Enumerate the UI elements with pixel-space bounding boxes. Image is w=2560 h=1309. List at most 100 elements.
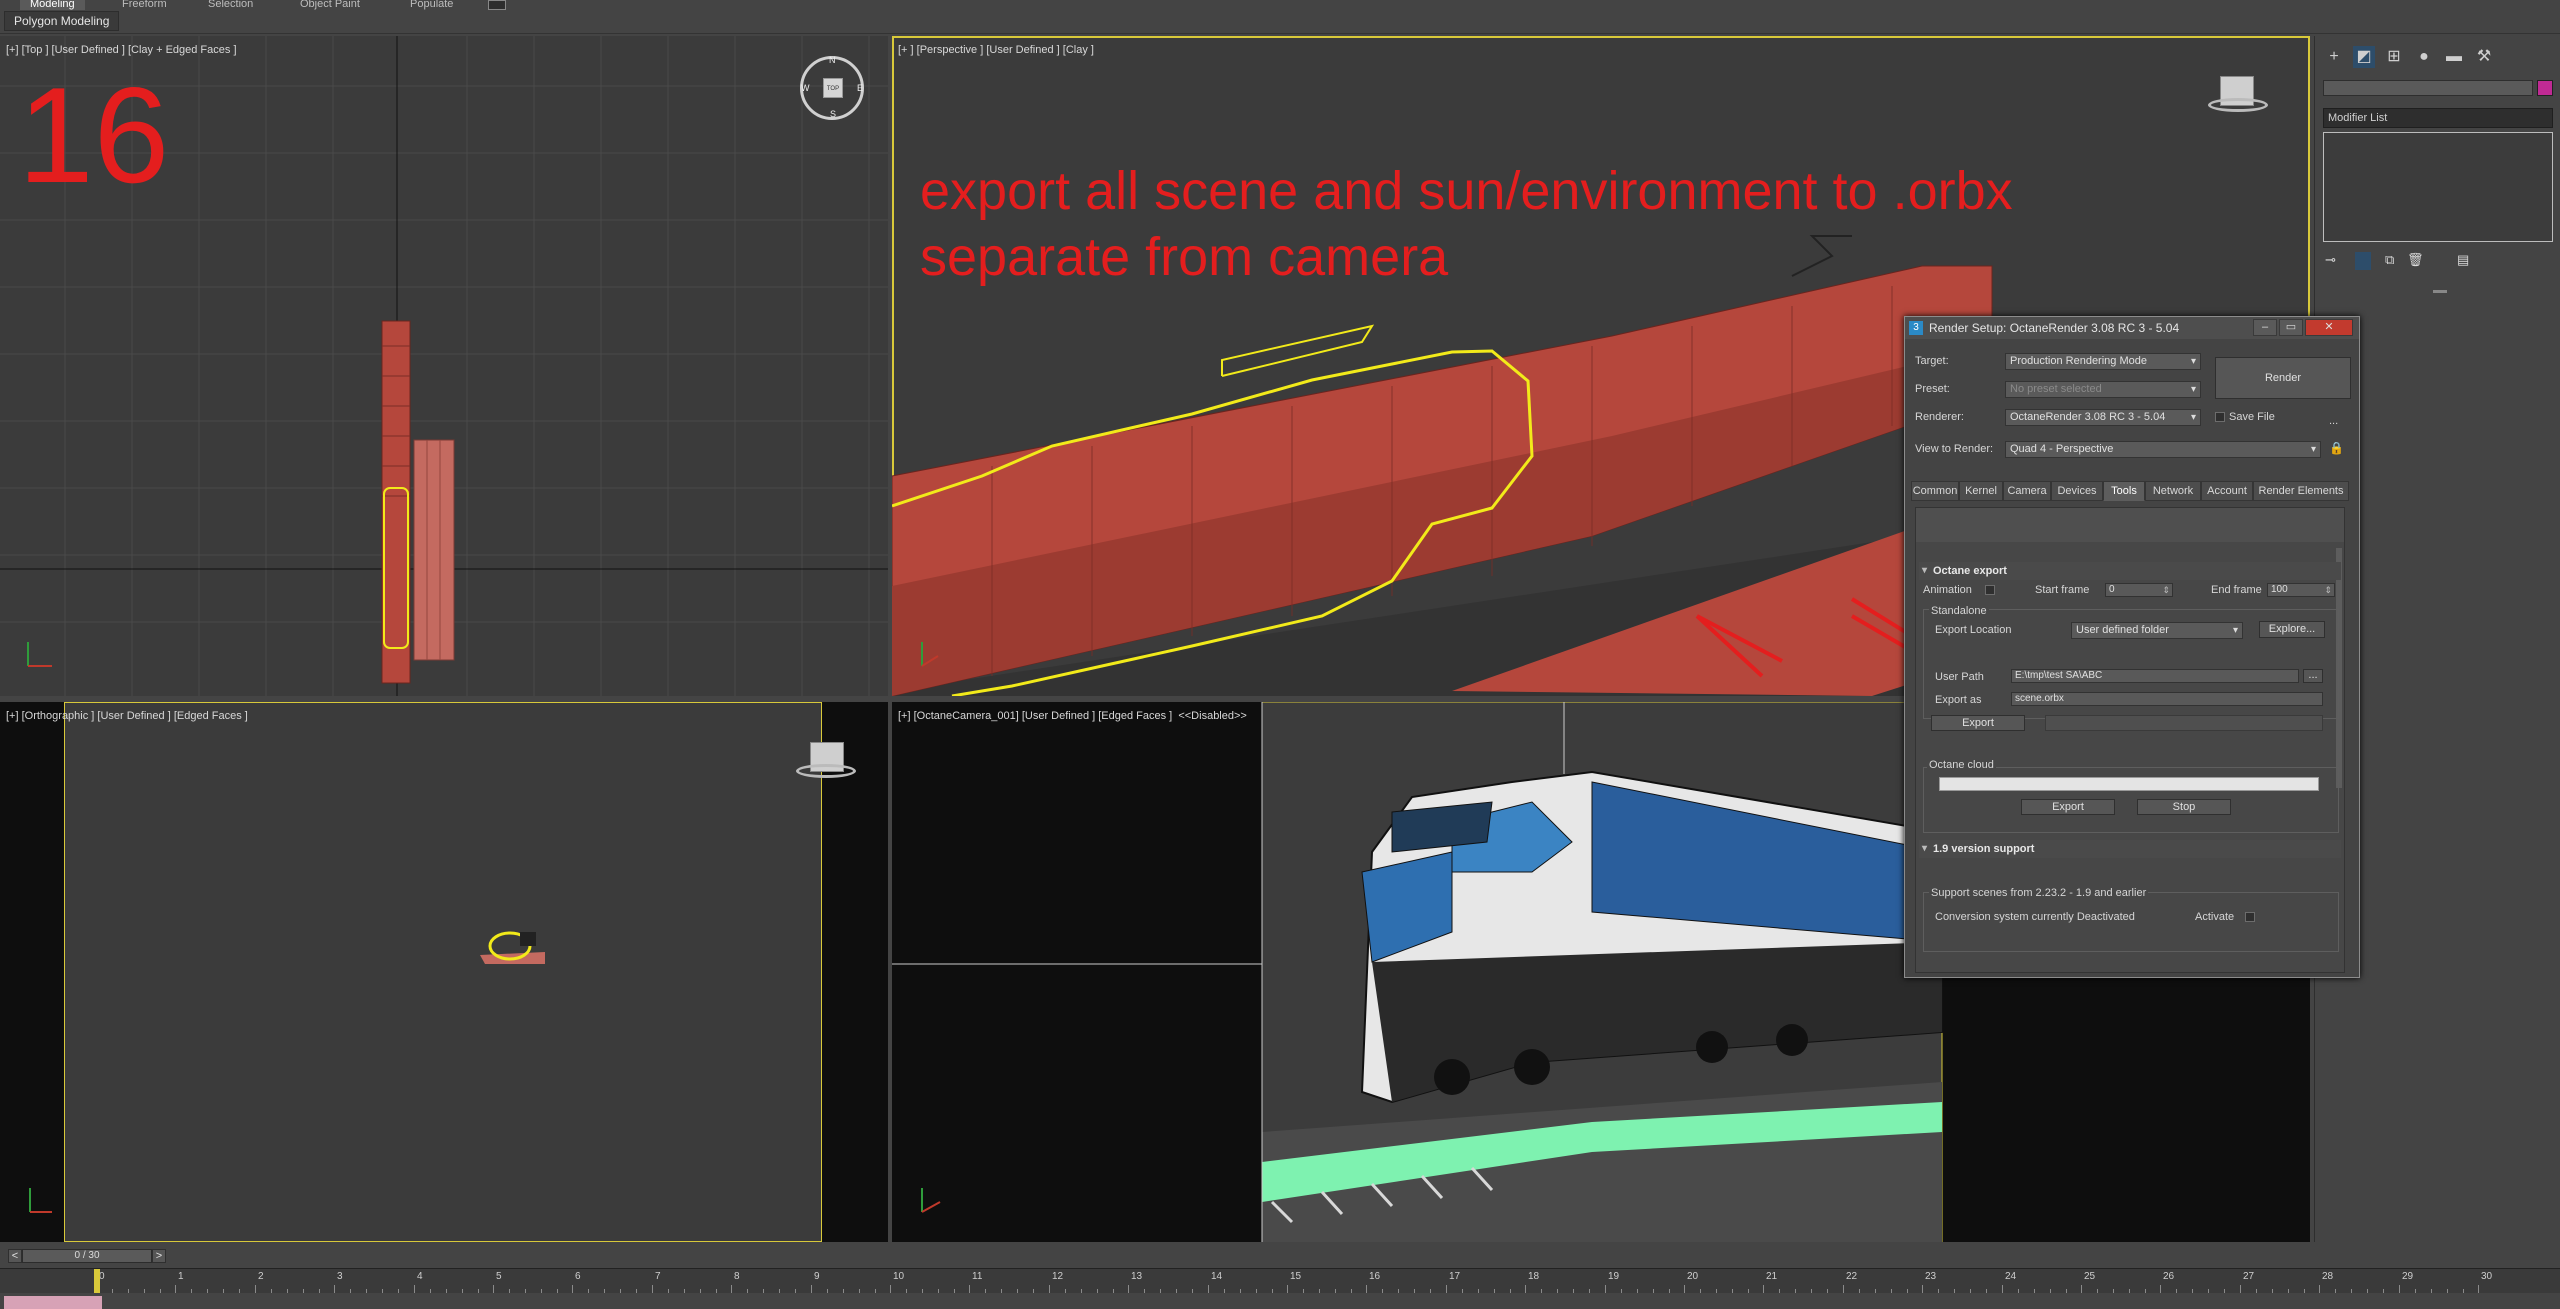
timeline-tick-label: 12: [1052, 1271, 1064, 1282]
viewport-camera-label[interactable]: [+] [OctaneCamera_001] [User Defined ] […: [898, 710, 1247, 722]
maximize-button[interactable]: ▭: [2279, 319, 2303, 336]
timeline-minor-tick: [2304, 1289, 2305, 1293]
timeline-minor-tick: [1113, 1289, 1114, 1293]
pin-stack-icon[interactable]: ⊸: [2325, 252, 2336, 268]
viewcube-top-face[interactable]: TOP: [823, 78, 843, 98]
lock-view-icon[interactable]: 🔒: [2329, 441, 2344, 455]
timeline-tick: [2160, 1285, 2161, 1293]
timeline-tick-label: 14: [1211, 1271, 1223, 1282]
time-slider[interactable]: 0 / 30: [22, 1249, 152, 1263]
hierarchy-icon[interactable]: ⊞: [2383, 46, 2405, 68]
viewcube-compass[interactable]: TOP N S E W: [800, 55, 864, 120]
make-unique-icon[interactable]: ⧉: [2385, 252, 2394, 268]
tab-tools[interactable]: Tools: [2103, 481, 2145, 501]
time-prev-button[interactable]: <: [8, 1249, 22, 1263]
current-frame-marker[interactable]: [94, 1269, 100, 1293]
activate-checkbox[interactable]: [2245, 912, 2255, 922]
viewport-top-label[interactable]: [+] [Top ] [User Defined ] [Clay + Edged…: [6, 44, 237, 56]
viewport-top[interactable]: [+] [Top ] [User Defined ] [Clay + Edged…: [0, 36, 888, 696]
tab-render-elements[interactable]: Render Elements: [2253, 481, 2349, 501]
export-location-dropdown[interactable]: User defined folder: [2071, 622, 2243, 639]
object-color-swatch[interactable]: [2537, 80, 2553, 96]
timeline-tick-label: 5: [496, 1271, 502, 1282]
configure-sets-icon[interactable]: ▤: [2457, 252, 2469, 268]
timeline-minor-tick: [1859, 1289, 1860, 1293]
start-frame-spinner[interactable]: 0: [2105, 583, 2173, 597]
explore-button[interactable]: Explore...: [2259, 621, 2325, 638]
tab-kernel[interactable]: Kernel: [1959, 481, 2003, 501]
more-options-button[interactable]: ...: [2329, 415, 2338, 427]
modify-icon[interactable]: ◩: [2353, 46, 2375, 68]
timeline-minor-tick: [1224, 1289, 1225, 1293]
create-icon[interactable]: +: [2323, 46, 2345, 68]
octane-export-rollout-header[interactable]: Octane export: [1919, 562, 2341, 580]
viewport-perspective-label[interactable]: [+ ] [Perspective ] [User Defined ] [Cla…: [898, 44, 1094, 56]
display-icon[interactable]: ▬: [2443, 46, 2465, 68]
timeline-minor-tick: [1494, 1289, 1495, 1293]
tab-devices[interactable]: Devices: [2051, 481, 2103, 501]
viewport-orthographic[interactable]: [+] [Orthographic ] [User Defined ] [Edg…: [0, 702, 888, 1242]
viewport-ortho-label[interactable]: [+] [Orthographic ] [User Defined ] [Edg…: [6, 710, 248, 722]
object-name-field[interactable]: [2323, 80, 2533, 96]
standalone-export-button[interactable]: Export: [1931, 715, 2025, 731]
animation-label: Animation: [1923, 584, 1972, 596]
minimize-button[interactable]: –: [2253, 319, 2277, 336]
animation-checkbox[interactable]: [1985, 585, 1995, 595]
annotation-line-1: export all scene and sun/environment to …: [920, 161, 2013, 221]
ribbon-tab-freeform[interactable]: Freeform: [122, 0, 167, 10]
timeline-minor-tick: [2224, 1289, 2225, 1293]
renderer-dropdown[interactable]: OctaneRender 3.08 RC 3 - 5.04: [2005, 409, 2201, 426]
ribbon-options-icon[interactable]: [488, 0, 506, 10]
timeline-tick-label: 22: [1846, 1271, 1858, 1282]
browse-path-button[interactable]: ...: [2303, 669, 2323, 683]
timeline-minor-tick: [700, 1289, 701, 1293]
viewcube-ring[interactable]: [2208, 98, 2268, 112]
cloud-export-button[interactable]: Export: [2021, 799, 2115, 815]
modifier-list-dropdown[interactable]: Modifier List: [2323, 108, 2553, 128]
standalone-progress-bar: [2045, 715, 2323, 731]
ribbon-tab-object-paint[interactable]: Object Paint: [300, 0, 360, 10]
status-field[interactable]: [4, 1296, 102, 1309]
timeline-minor-tick: [763, 1289, 764, 1293]
timeline-minor-tick: [604, 1289, 605, 1293]
target-dropdown[interactable]: Production Rendering Mode: [2005, 353, 2201, 370]
save-file-checkbox[interactable]: [2215, 412, 2225, 422]
user-path-field[interactable]: E:\tmp\test SA\ABC: [2011, 669, 2299, 683]
timeline-tick-label: 4: [417, 1271, 423, 1282]
timeline-minor-tick: [843, 1289, 844, 1293]
tab-common[interactable]: Common: [1911, 481, 1959, 501]
show-end-result-icon[interactable]: [2355, 252, 2371, 270]
timeline-minor-tick: [1732, 1289, 1733, 1293]
ribbon-tab-modeling[interactable]: Modeling: [20, 0, 85, 10]
time-next-button[interactable]: >: [152, 1249, 166, 1263]
version-support-rollout-header[interactable]: 1.9 version support: [1919, 840, 2341, 858]
close-button[interactable]: ✕: [2305, 319, 2353, 336]
timeline-minor-tick: [144, 1289, 145, 1293]
ribbon-tab-populate[interactable]: Populate: [410, 0, 453, 10]
export-as-field[interactable]: scene.orbx: [2011, 692, 2323, 706]
panel-drag-handle[interactable]: [2433, 290, 2447, 293]
end-frame-spinner[interactable]: 100: [2267, 583, 2335, 597]
remove-modifier-icon[interactable]: 🗑: [2407, 252, 2424, 268]
preset-dropdown[interactable]: No preset selected: [2005, 381, 2201, 398]
view-to-render-dropdown[interactable]: Quad 4 - Perspective: [2005, 441, 2321, 458]
preset-label: Preset:: [1915, 383, 1950, 395]
tab-account[interactable]: Account: [2201, 481, 2253, 501]
timeline-minor-tick: [1160, 1289, 1161, 1293]
timeline-minor-tick: [1272, 1289, 1273, 1293]
timeline-ruler[interactable]: 0 1 2 3 4 5 6 7 8 9 10 11 12 13 14 15 16 17 18 19 20 21 22 23 24…: [0, 1268, 2560, 1293]
cloud-stop-button[interactable]: Stop: [2137, 799, 2231, 815]
timeline-tick-label: 9: [814, 1271, 820, 1282]
time-slider-bar: < 0 / 30 >: [0, 1246, 2560, 1266]
motion-icon[interactable]: ●: [2413, 46, 2435, 68]
tab-camera[interactable]: Camera: [2003, 481, 2051, 501]
modifier-stack[interactable]: [2323, 132, 2553, 242]
render-button[interactable]: Render: [2215, 357, 2351, 399]
timeline-tick: [1684, 1285, 1685, 1293]
octane-cloud-label: Octane cloud: [1927, 759, 1996, 771]
tab-network[interactable]: Network: [2145, 481, 2201, 501]
ortho-viewcube-ring[interactable]: [796, 764, 856, 778]
ribbon-tab-selection[interactable]: Selection: [208, 0, 253, 10]
utilities-icon[interactable]: ⚒: [2473, 46, 2495, 68]
polygon-modeling-panel[interactable]: Polygon Modeling: [4, 11, 120, 31]
